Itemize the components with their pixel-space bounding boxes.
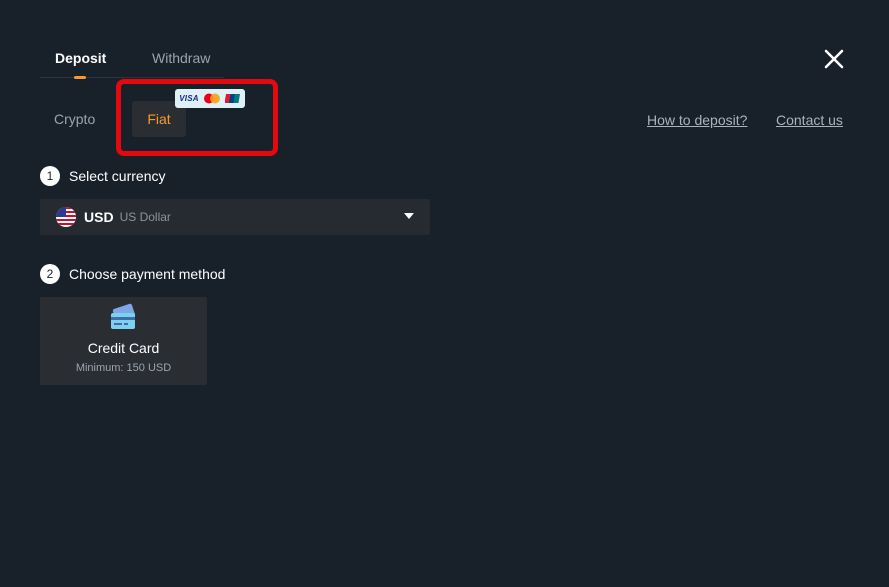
step-label: Select currency (69, 168, 166, 184)
tab-deposit[interactable]: Deposit (55, 50, 106, 66)
step-select-currency: 1 Select currency (40, 166, 165, 186)
top-tabs: Deposit Withdraw (40, 40, 224, 79)
deposit-modal: Deposit Withdraw Crypto Fiat VISA How to… (0, 0, 889, 587)
step-number: 2 (40, 264, 60, 284)
currency-select[interactable]: USD US Dollar (40, 199, 430, 235)
visa-logo: VISA (179, 94, 199, 103)
step-number: 1 (40, 166, 60, 186)
unionpay-logo (224, 94, 240, 103)
tab-withdraw[interactable]: Withdraw (152, 50, 210, 66)
step-choose-payment: 2 Choose payment method (40, 264, 225, 284)
chevron-down-icon (404, 213, 414, 219)
us-flag-icon (56, 207, 76, 227)
contact-us-link[interactable]: Contact us (776, 112, 843, 128)
currency-name: US Dollar (119, 210, 171, 224)
how-to-deposit-link[interactable]: How to deposit? (647, 112, 747, 128)
close-icon (824, 49, 844, 69)
step-label: Choose payment method (69, 266, 226, 282)
close-button[interactable] (822, 47, 846, 71)
active-tab-indicator (74, 76, 86, 79)
payment-method-credit-card[interactable]: Credit Card Minimum: 150 USD (40, 297, 207, 385)
currency-code: USD (84, 209, 114, 225)
card-brands-badge: VISA (175, 89, 245, 108)
mastercard-logo (203, 93, 220, 104)
subtab-crypto[interactable]: Crypto (54, 111, 95, 127)
payment-method-minimum: Minimum: 150 USD (75, 362, 172, 374)
credit-card-icon (111, 303, 136, 329)
subtab-fiat-label: Fiat (147, 111, 171, 127)
payment-method-title: Credit Card (87, 340, 160, 356)
